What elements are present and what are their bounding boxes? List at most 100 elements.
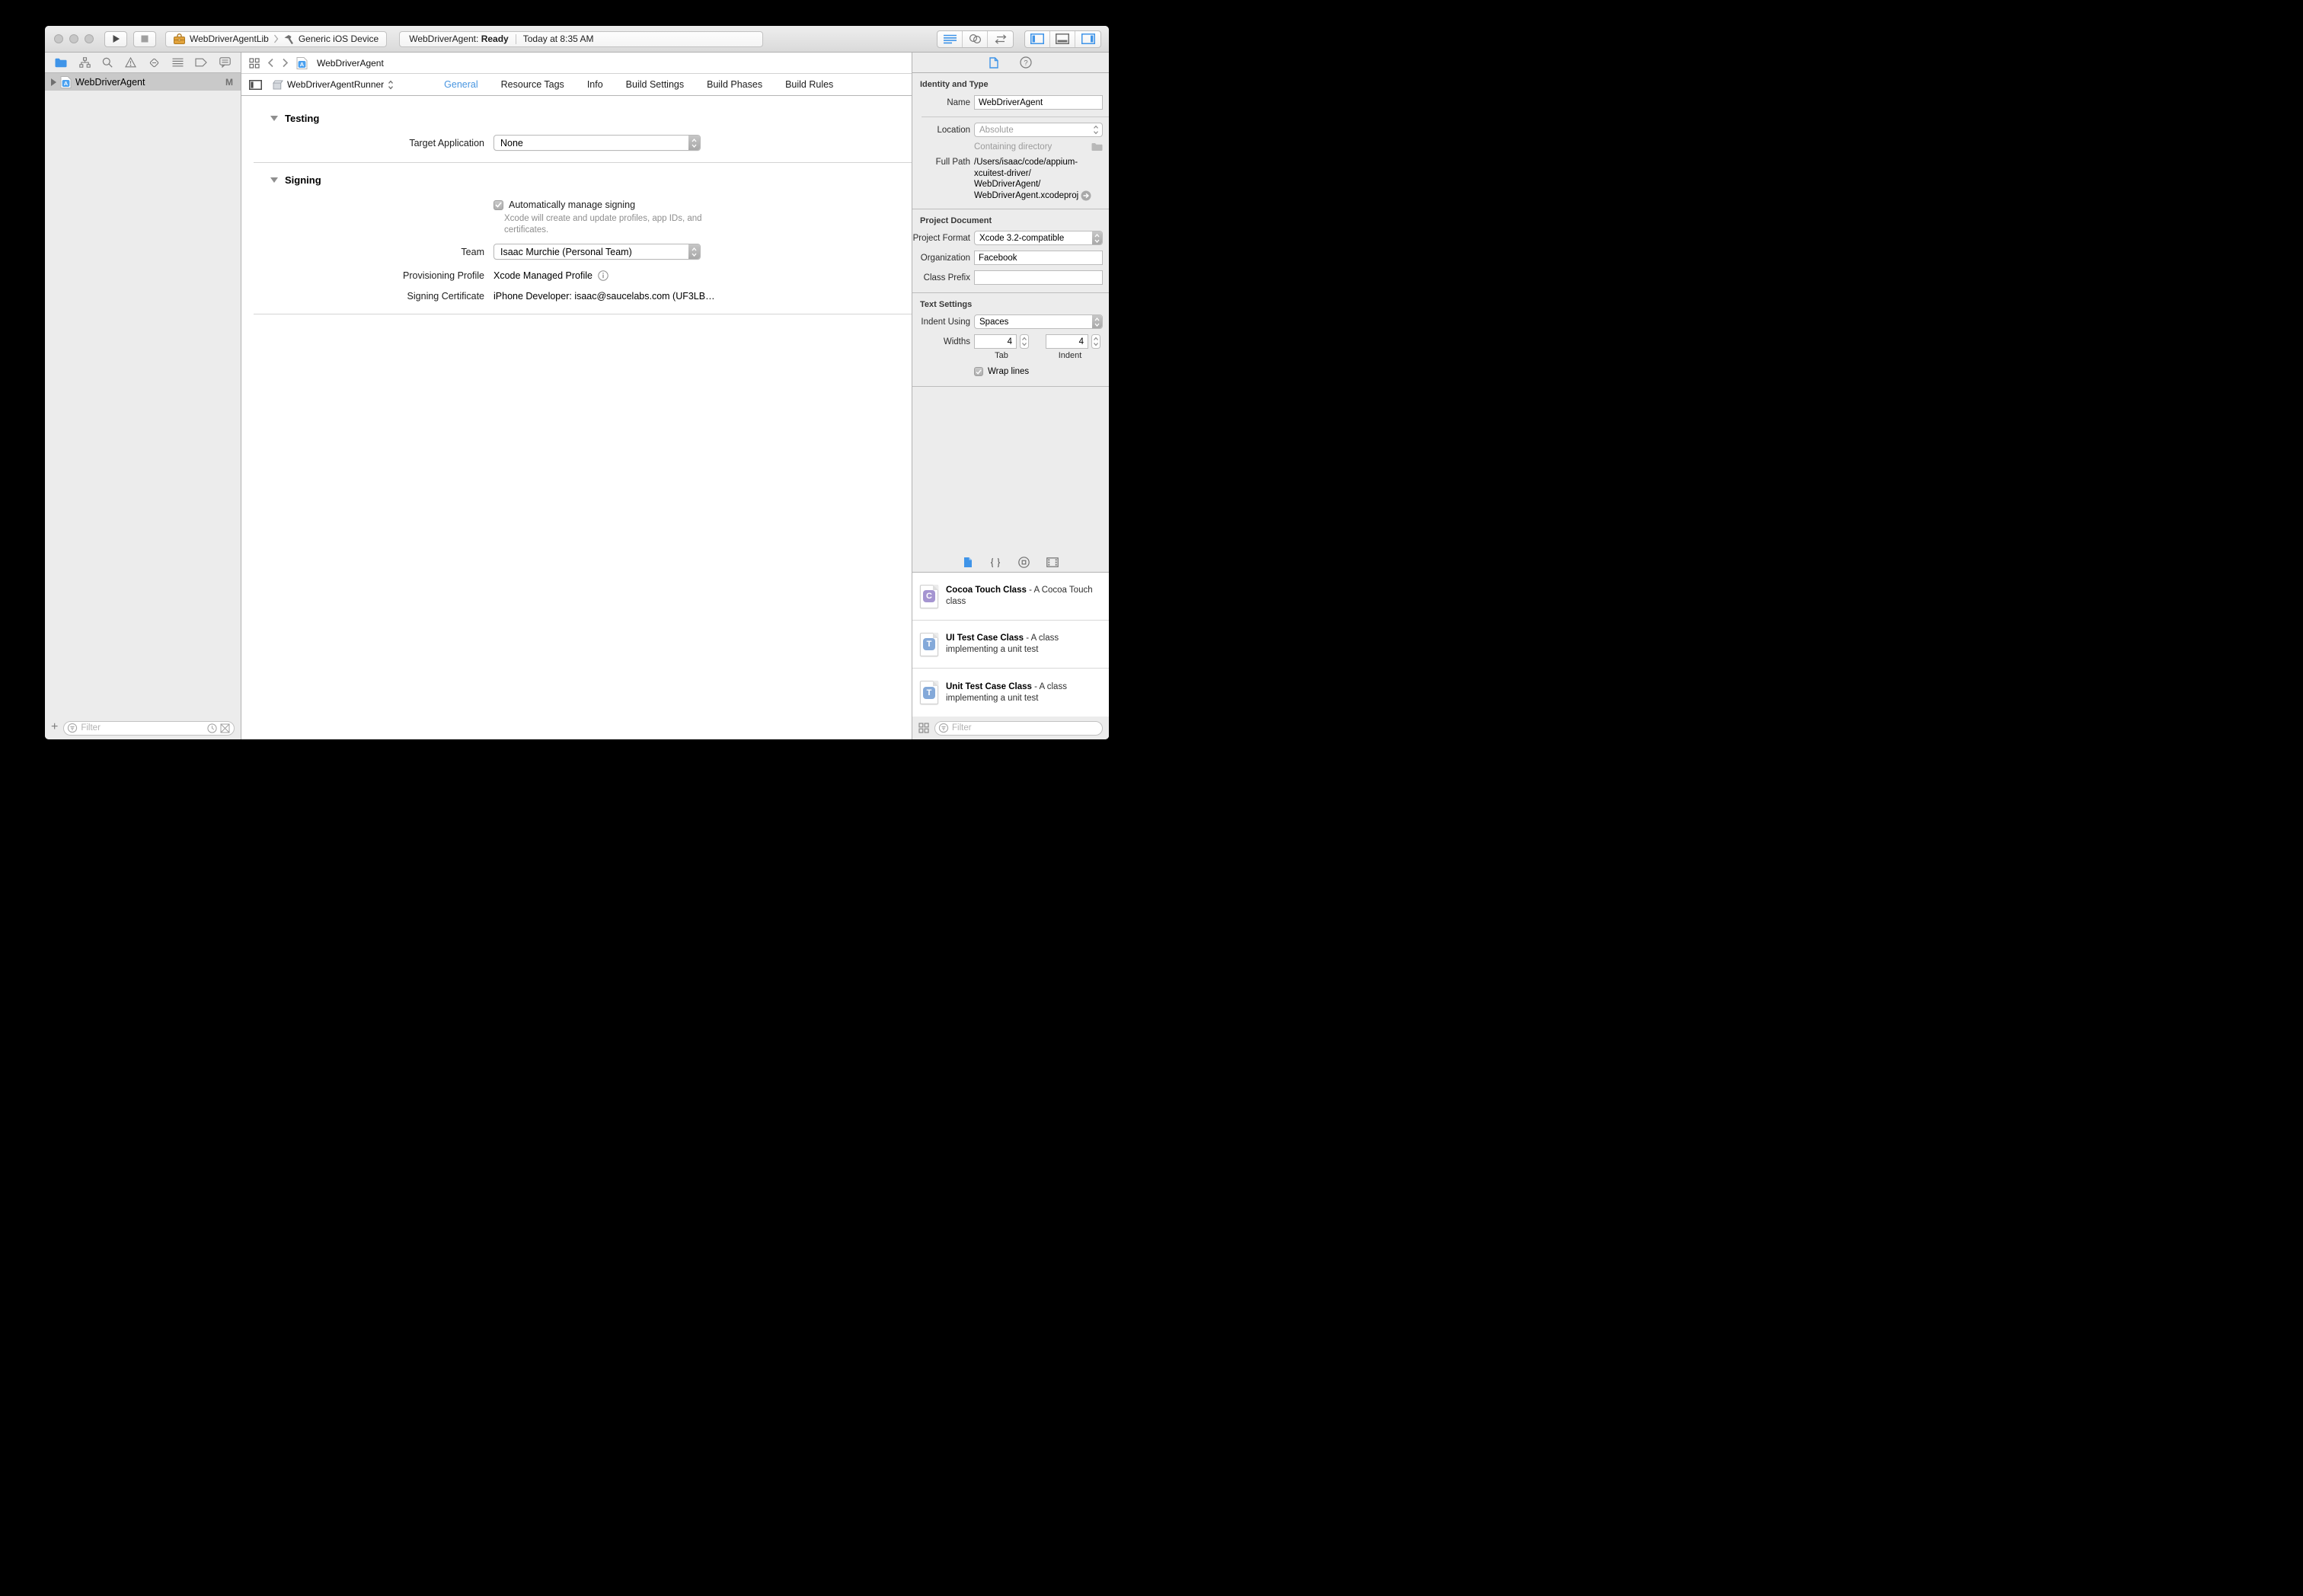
tab-build-phases[interactable]: Build Phases — [707, 79, 762, 90]
project-navigator-tab[interactable] — [55, 58, 67, 68]
utilities-toggle-button[interactable] — [1075, 31, 1100, 47]
tab-width-field[interactable]: 4 — [974, 334, 1017, 349]
find-navigator-tab[interactable] — [102, 57, 113, 68]
choose-folder-icon[interactable] — [1091, 142, 1103, 152]
tab-build-rules[interactable]: Build Rules — [785, 79, 833, 90]
test-diamond-icon — [149, 58, 158, 67]
library-filter-bar: Filter — [912, 717, 1109, 739]
standard-editor-button[interactable] — [937, 30, 963, 47]
testing-section-header[interactable]: Testing — [270, 113, 912, 124]
popup-stepper-icon — [1092, 315, 1102, 328]
check-icon — [976, 369, 982, 375]
stepper-icon[interactable] — [1020, 334, 1029, 349]
inspector-empty-area — [912, 387, 1109, 553]
run-button[interactable] — [104, 30, 127, 47]
disclosure-triangle-icon[interactable] — [51, 78, 56, 86]
breakpoint-navigator-tab[interactable] — [195, 58, 207, 67]
toolbox-icon — [174, 34, 185, 44]
scheme-selector[interactable]: WebDriverAgentLib Generic iOS Device — [165, 30, 388, 47]
auto-signing-checkbox[interactable] — [494, 200, 503, 210]
related-items-icon[interactable] — [249, 57, 260, 69]
test-navigator-tab[interactable] — [149, 57, 160, 69]
location-popup[interactable]: Absolute — [974, 123, 1103, 137]
list-item[interactable]: C Cocoa Touch Class - A Cocoa Touch clas… — [912, 573, 1109, 621]
debug-area-toggle-button[interactable] — [1050, 30, 1075, 47]
popup-stepper-icon — [688, 136, 700, 150]
library-filter-field[interactable]: Filter — [934, 720, 1103, 736]
navigator-toggle-button[interactable] — [1025, 30, 1050, 47]
tab-resource-tags[interactable]: Resource Tags — [501, 79, 564, 90]
file-template-library-icon[interactable] — [963, 557, 973, 568]
stop-button[interactable] — [133, 30, 156, 47]
svg-text:A: A — [300, 61, 305, 68]
add-button[interactable]: + — [51, 721, 58, 733]
open-path-arrow-icon[interactable] — [1081, 190, 1091, 201]
filter-icon — [68, 723, 78, 733]
close-window-button[interactable] — [54, 34, 63, 43]
indent-using-popup[interactable]: Spaces — [974, 314, 1103, 329]
indent-width-field[interactable]: 4 — [1046, 334, 1088, 349]
stepper-icon[interactable] — [1091, 334, 1100, 349]
inspector-tab-bar: ? — [912, 53, 1109, 73]
tab-general[interactable]: General — [444, 79, 478, 90]
popup-stepper-icon — [688, 244, 700, 259]
grid-view-icon[interactable] — [918, 723, 929, 733]
quick-help-tab-icon[interactable]: ? — [1020, 56, 1032, 69]
section-disclosure-icon[interactable] — [270, 116, 278, 121]
info-icon[interactable] — [598, 270, 608, 281]
team-popup[interactable]: Isaac Murchie (Personal Team) — [494, 244, 701, 260]
zoom-window-button[interactable] — [85, 34, 94, 43]
source-control-status-icon[interactable] — [220, 723, 230, 733]
jump-bar: A WebDriverAgent — [241, 53, 912, 74]
name-field[interactable]: WebDriverAgent — [974, 95, 1103, 110]
assistant-editor-button[interactable] — [963, 30, 988, 47]
issue-navigator-tab[interactable] — [125, 57, 137, 68]
class-prefix-field[interactable] — [974, 270, 1103, 285]
status-time: Today at 8:35 AM — [522, 34, 594, 44]
template-description: Unit Test Case Class - A class implement… — [946, 681, 1067, 703]
tab-build-settings[interactable]: Build Settings — [626, 79, 684, 90]
wrap-lines-checkbox[interactable] — [974, 367, 983, 376]
document-items-toggle-icon[interactable] — [249, 79, 262, 90]
filter-placeholder: Filter — [952, 723, 972, 733]
updown-chevrons-icon — [388, 80, 394, 89]
section-disclosure-icon[interactable] — [270, 177, 278, 183]
list-item[interactable]: T Unit Test Case Class - A class impleme… — [912, 669, 1109, 717]
target-application-popup[interactable]: None — [494, 135, 701, 151]
organization-label: Organization — [920, 253, 970, 263]
media-library-icon[interactable] — [1046, 557, 1059, 567]
code-snippet-library-icon[interactable] — [989, 557, 1001, 568]
file-template-icon: C — [920, 584, 938, 608]
debug-navigator-tab[interactable] — [172, 58, 184, 67]
utilities-panel-icon — [1081, 34, 1095, 44]
signing-section-header[interactable]: Signing — [270, 174, 912, 186]
tab-info[interactable]: Info — [587, 79, 603, 90]
chevron-separator-icon — [273, 34, 279, 43]
organization-field[interactable]: Facebook — [974, 251, 1103, 265]
forward-icon[interactable] — [282, 58, 289, 68]
team-label: Team — [461, 246, 484, 257]
project-row[interactable]: A WebDriverAgent M — [45, 73, 241, 91]
object-library-icon[interactable] — [1017, 557, 1030, 568]
inspector-section-divider — [912, 292, 1109, 293]
navigator-filter-field[interactable]: Filter — [63, 720, 235, 736]
symbol-navigator-tab[interactable] — [78, 57, 91, 68]
project-format-popup[interactable]: Xcode 3.2-compatible — [974, 231, 1103, 245]
editor-mode-group — [937, 30, 1014, 48]
target-selector[interactable]: WebDriverAgentRunner — [273, 79, 394, 90]
minimize-window-button[interactable] — [69, 34, 78, 43]
widths-label: Widths — [943, 337, 970, 346]
recent-files-clock-icon[interactable] — [207, 723, 217, 733]
project-editor-bar: WebDriverAgentRunner General Resource Ta… — [241, 74, 912, 96]
file-inspector-tab-icon[interactable] — [989, 56, 998, 69]
toolbar-right-controls — [937, 30, 1101, 48]
jump-bar-title[interactable]: WebDriverAgent — [317, 58, 384, 69]
list-item[interactable]: T UI Test Case Class - A class implement… — [912, 621, 1109, 669]
filter-placeholder: Filter — [81, 723, 101, 733]
play-icon — [113, 35, 120, 43]
report-navigator-tab[interactable] — [219, 57, 231, 68]
location-label: Location — [937, 125, 970, 135]
version-editor-button[interactable] — [988, 31, 1013, 47]
location-value: Absolute — [979, 125, 1014, 135]
back-icon[interactable] — [267, 58, 274, 68]
